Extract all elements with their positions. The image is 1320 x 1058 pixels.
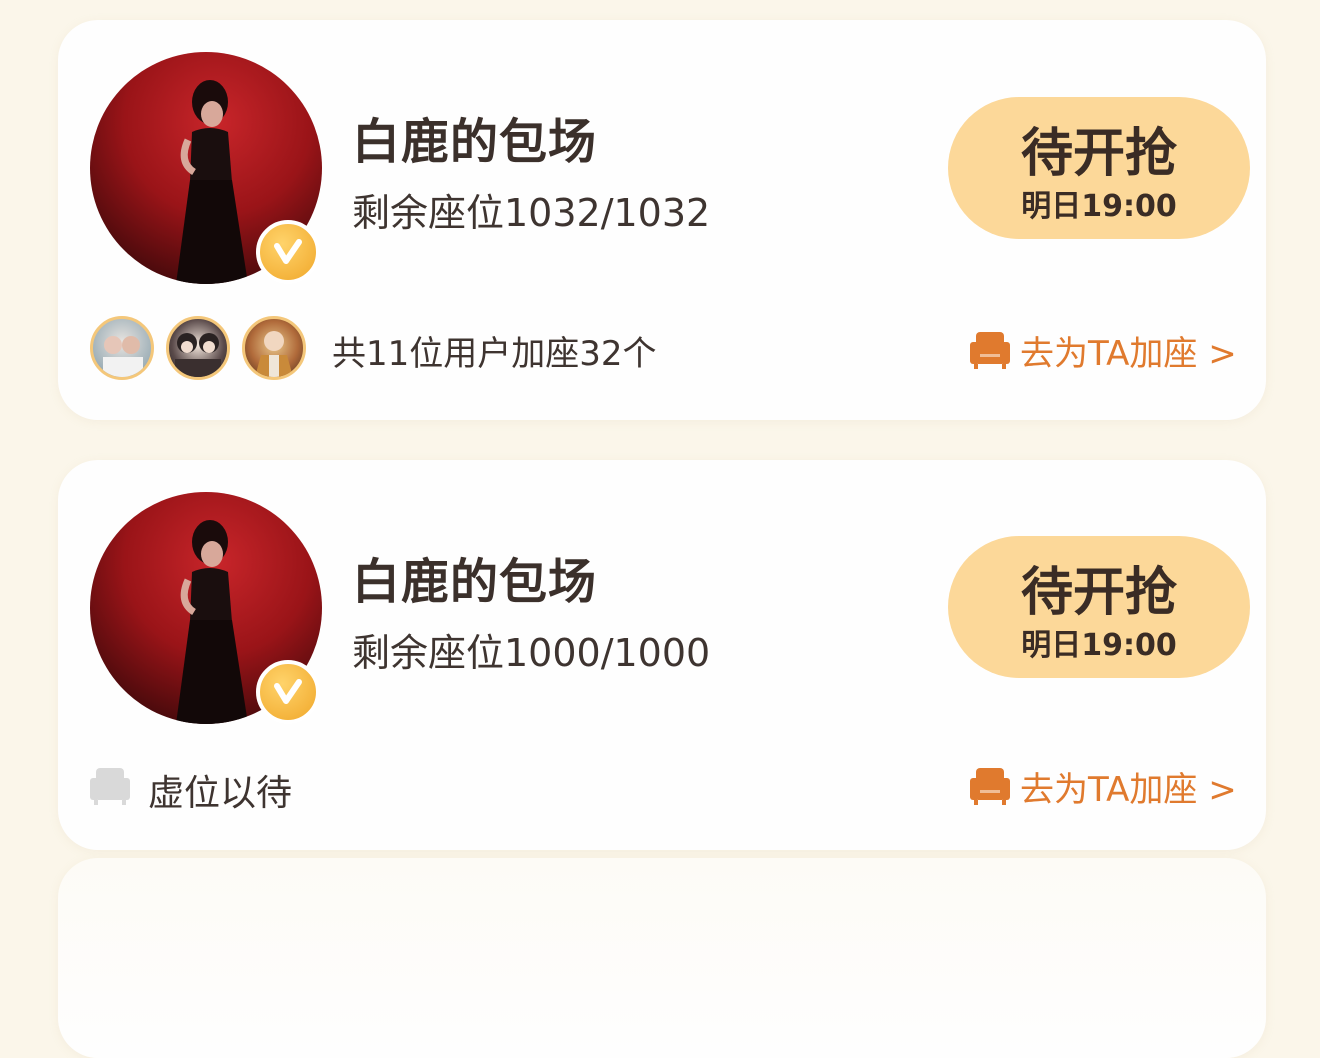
- added-user-avatar: [90, 316, 154, 380]
- grab-ticket-button[interactable]: 待开抢 明日19:00: [948, 97, 1250, 239]
- remaining-seats: 剩余座位1000/1000: [352, 631, 711, 675]
- venue-title: 白鹿的包场: [352, 114, 598, 170]
- added-users-summary: 共11位用户加座32个: [332, 334, 657, 374]
- sofa-icon: [970, 332, 1010, 369]
- verified-badge-icon: [256, 660, 320, 724]
- remaining-seats: 剩余座位1032/1032: [352, 191, 711, 235]
- empty-seat-label: 虚位以待: [148, 773, 293, 814]
- grab-button-time: 明日19:00: [1021, 628, 1177, 663]
- add-seat-label: 去为TA加座 >: [1020, 334, 1237, 374]
- added-user-avatar: [242, 316, 306, 380]
- add-seat-label: 去为TA加座 >: [1020, 770, 1237, 810]
- verified-badge-icon: [256, 220, 320, 284]
- sofa-icon: [970, 768, 1010, 805]
- grab-button-time: 明日19:00: [1021, 189, 1177, 224]
- venue-card-1[interactable]: 白鹿的包场 剩余座位1032/1032 待开抢 明日19:00 共11位用户加座…: [58, 20, 1266, 420]
- venue-title: 白鹿的包场: [352, 554, 598, 610]
- venue-card-2[interactable]: 白鹿的包场 剩余座位1000/1000 待开抢 明日19:00 虚位以待 去为T…: [58, 460, 1266, 850]
- grab-button-label: 待开抢: [1020, 563, 1177, 623]
- venue-card-3-partial[interactable]: [58, 858, 1266, 1058]
- grab-button-label: 待开抢: [1020, 124, 1177, 184]
- grab-ticket-button[interactable]: 待开抢 明日19:00: [948, 536, 1250, 678]
- empty-sofa-icon: [88, 764, 132, 812]
- added-user-avatar: [166, 316, 230, 380]
